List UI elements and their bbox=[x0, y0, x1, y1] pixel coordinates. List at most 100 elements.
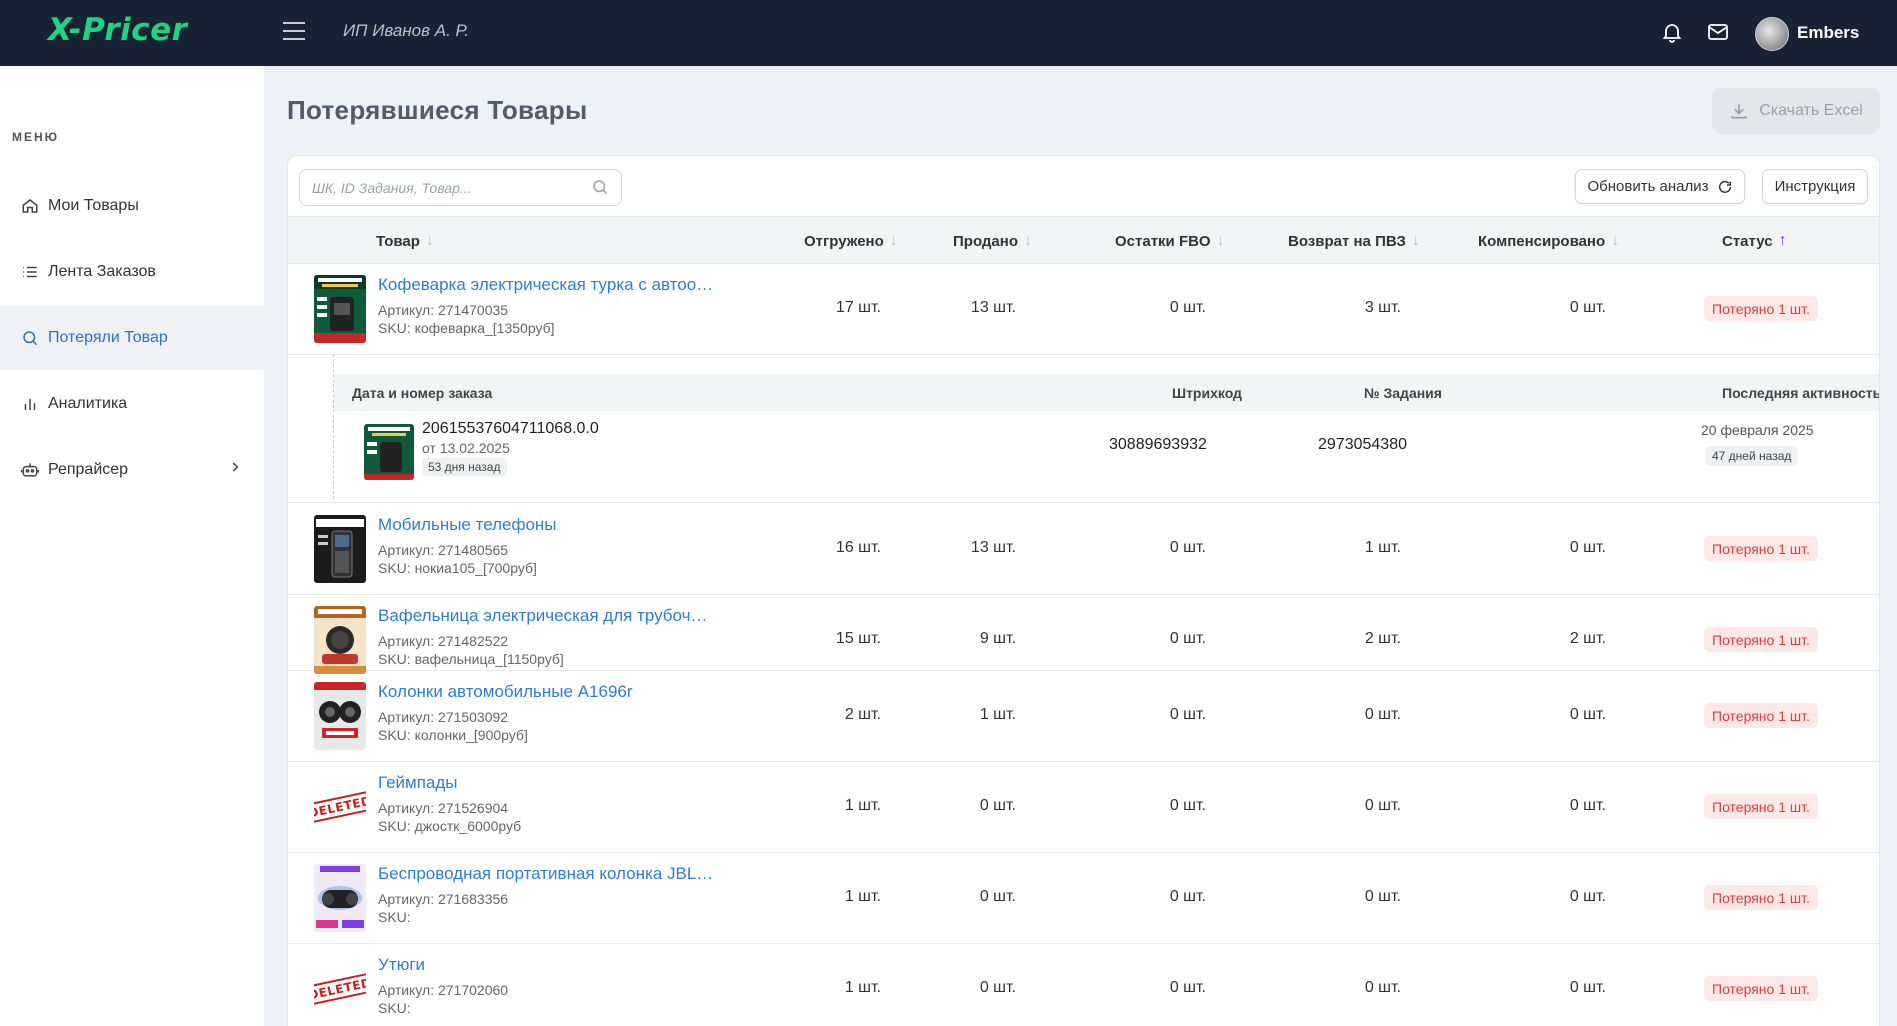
sold-value: 0 шт. bbox=[979, 888, 1016, 905]
fbo-value: 0 шт. bbox=[1169, 299, 1206, 316]
sidebar-item-repricer[interactable]: Репрайсер bbox=[0, 438, 264, 502]
deleted-product-image: DELETED bbox=[314, 773, 366, 841]
product-name-link[interactable]: Геймпады bbox=[378, 773, 458, 793]
search-icon[interactable] bbox=[591, 178, 609, 201]
sort-up-icon: ↑ bbox=[1778, 232, 1787, 249]
shipped-value: 16 шт. bbox=[835, 539, 881, 556]
product-article: Артикул: 271480565 bbox=[378, 542, 509, 558]
product-name-link[interactable]: Вафельница электрическая для трубоч… bbox=[378, 606, 707, 626]
sort-down-icon: ↓ bbox=[889, 232, 898, 249]
lost-products-card: Обновить анализ Инструкция Товар ↓ Отгруж… bbox=[287, 155, 1880, 1026]
sidebar-item-label: Лента Заказов bbox=[48, 263, 156, 280]
search-field[interactable] bbox=[299, 169, 622, 206]
product-name-link[interactable]: Колонки автомобильные A1696r bbox=[378, 682, 633, 702]
page-title: Потерявшиеся Товары bbox=[287, 95, 588, 125]
table-row[interactable]: Кофеварка электрическая турка с автоо… А… bbox=[288, 264, 1879, 355]
column-header-status[interactable]: Статус ↑ bbox=[1722, 232, 1787, 250]
column-header-returns[interactable]: Возврат на ПВЗ ↓ bbox=[1288, 232, 1420, 250]
column-header-sold[interactable]: Продано ↓ bbox=[953, 232, 1032, 250]
refresh-analysis-button[interactable]: Обновить анализ bbox=[1575, 169, 1745, 204]
bell-icon[interactable] bbox=[1660, 20, 1686, 46]
mail-icon[interactable] bbox=[1706, 20, 1732, 46]
order-product-image bbox=[364, 424, 414, 480]
table-row[interactable]: Колонки автомобильные A1696r Артикул: 27… bbox=[288, 671, 1879, 762]
product-image bbox=[314, 606, 366, 674]
compensated-value: 0 шт. bbox=[1569, 539, 1606, 556]
status-badge: Потеряно 1 шт. bbox=[1704, 703, 1818, 728]
product-article: Артикул: 271503092 bbox=[378, 709, 509, 725]
product-sku: SKU: колонки_[900руб] bbox=[378, 727, 528, 743]
compensated-value: 0 шт. bbox=[1569, 797, 1606, 814]
menu-label: МЕНЮ bbox=[12, 130, 60, 144]
column-header-label: Отгружено bbox=[804, 232, 884, 250]
product-sku: SKU: bbox=[378, 909, 411, 925]
sold-value: 13 шт. bbox=[970, 299, 1016, 316]
chevron-right-icon bbox=[228, 460, 242, 479]
refresh-icon bbox=[1718, 180, 1731, 193]
top-bar: X-Pricer ИП Иванов А. Р. Embers bbox=[0, 0, 1897, 66]
last-activity-date: 20 февраля 2025 bbox=[1701, 422, 1814, 438]
sort-down-icon: ↓ bbox=[425, 232, 434, 249]
sold-value: 0 шт. bbox=[979, 979, 1016, 996]
table-row[interactable]: Мобильные телефоны Артикул: 271480565 SK… bbox=[288, 504, 1879, 595]
column-header-product[interactable]: Товар ↓ bbox=[376, 232, 434, 250]
table-row[interactable]: Беспроводная портативная колонка JBL… Ар… bbox=[288, 853, 1879, 944]
avatar[interactable] bbox=[1755, 17, 1789, 51]
column-header-label: Компенсировано bbox=[1478, 232, 1606, 250]
product-name-link[interactable]: Мобильные телефоны bbox=[378, 515, 557, 535]
fbo-value: 0 шт. bbox=[1169, 979, 1206, 996]
returns-value: 3 шт. bbox=[1364, 299, 1401, 316]
sold-value: 0 шт. bbox=[979, 797, 1016, 814]
logo[interactable]: X-Pricer bbox=[48, 12, 187, 48]
order-detail-panel: Дата и номер заказа Штрихкод № Задания П… bbox=[288, 354, 1879, 503]
table-row[interactable]: DELETED Утюги Артикул: 271702060 SKU: 1 … bbox=[288, 944, 1879, 1026]
product-article: Артикул: 271526904 bbox=[378, 800, 509, 816]
sidebar: МЕНЮ Мои Товары Лента Заказов Потеряли Т… bbox=[0, 66, 264, 1026]
sidebar-item-lost-products[interactable]: Потеряли Товар bbox=[0, 306, 264, 370]
table-row[interactable]: DELETED Геймпады Артикул: 271526904 SKU:… bbox=[288, 762, 1879, 853]
sidebar-item-my-products[interactable]: Мои Товары bbox=[0, 174, 264, 238]
product-name-link[interactable]: Кофеварка электрическая турка с автоо… bbox=[378, 275, 713, 295]
product-article: Артикул: 271482522 bbox=[378, 633, 509, 649]
download-icon bbox=[1731, 104, 1747, 119]
column-header-shipped[interactable]: Отгружено ↓ bbox=[804, 232, 898, 250]
column-header-fbo[interactable]: Остатки FBO ↓ bbox=[1115, 232, 1225, 250]
download-excel-button[interactable]: Скачать Excel bbox=[1712, 88, 1880, 134]
fbo-value: 0 шт. bbox=[1169, 539, 1206, 556]
product-article: Артикул: 271470035 bbox=[378, 302, 509, 318]
shipped-value: 1 шт. bbox=[844, 797, 881, 814]
deleted-product-image: DELETED bbox=[314, 955, 366, 1023]
status-badge: Потеряно 1 шт. bbox=[1704, 794, 1818, 819]
order-date: от 13.02.2025 bbox=[422, 440, 510, 456]
product-name-link[interactable]: Утюги bbox=[378, 955, 425, 975]
product-image bbox=[314, 515, 366, 583]
compensated-value: 0 шт. bbox=[1569, 979, 1606, 996]
sidebar-item-label: Репрайсер bbox=[48, 461, 129, 478]
sidebar-item-orders-feed[interactable]: Лента Заказов bbox=[0, 240, 264, 304]
home-icon bbox=[20, 196, 40, 216]
sort-down-icon: ↓ bbox=[1024, 232, 1032, 249]
product-image bbox=[314, 275, 366, 343]
status-badge: Потеряно 1 шт. bbox=[1704, 627, 1818, 652]
sort-down-icon: ↓ bbox=[1411, 232, 1420, 249]
barcode-value: 30889693932 bbox=[1109, 436, 1207, 453]
returns-value: 0 шт. bbox=[1364, 888, 1401, 905]
sidebar-item-label: Потеряли Товар bbox=[48, 329, 168, 346]
table-row[interactable]: Вафельница электрическая для трубоч… Арт… bbox=[288, 595, 1879, 674]
search-input[interactable] bbox=[312, 179, 582, 196]
product-image bbox=[314, 682, 366, 750]
sidebar-item-analytics[interactable]: Аналитика bbox=[0, 372, 264, 436]
chart-icon bbox=[20, 394, 40, 414]
compensated-value: 0 шт. bbox=[1569, 706, 1606, 723]
returns-value: 1 шт. bbox=[1364, 539, 1401, 556]
compensated-value: 0 шт. bbox=[1569, 888, 1606, 905]
instruction-button[interactable]: Инструкция bbox=[1762, 169, 1868, 204]
menu-toggle-icon[interactable] bbox=[283, 22, 305, 42]
product-article: Артикул: 271683356 bbox=[378, 891, 509, 907]
product-sku: SKU: вафельница_[1150руб] bbox=[378, 651, 564, 667]
fbo-value: 0 шт. bbox=[1169, 797, 1206, 814]
column-header-compensated[interactable]: Компенсировано ↓ bbox=[1478, 232, 1619, 250]
username[interactable]: Embers bbox=[1797, 23, 1859, 43]
product-name-link[interactable]: Беспроводная портативная колонка JBL… bbox=[378, 864, 713, 884]
compensated-value: 2 шт. bbox=[1569, 630, 1606, 647]
